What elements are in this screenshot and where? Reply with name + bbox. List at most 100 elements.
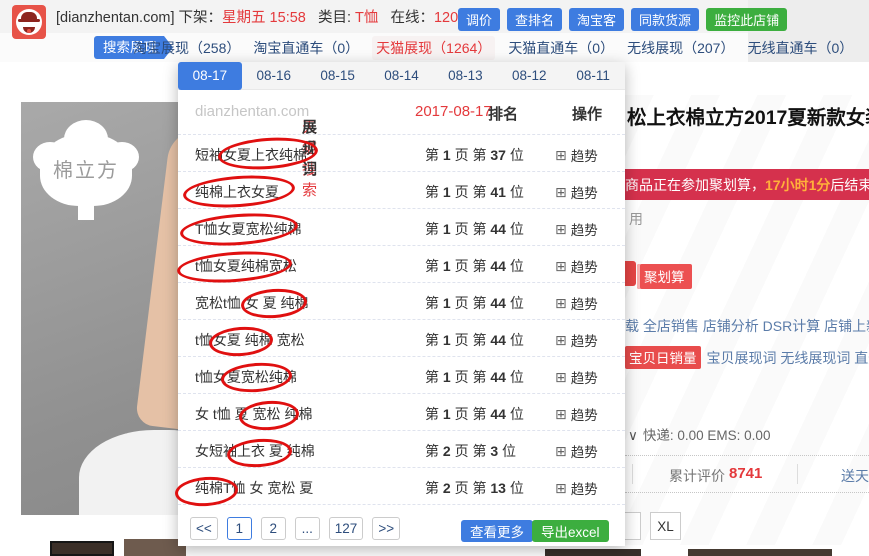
trend-expand-icon: ⊞ <box>555 148 567 162</box>
promo-suffix: 后结束，请 <box>830 175 869 195</box>
product-thumbnail[interactable] <box>688 549 832 556</box>
nav-tab[interactable]: 天猫展现（1264） <box>372 36 495 60</box>
rank-position-number: 44 <box>490 406 506 422</box>
table-row: 女短袖上衣 夏 纯棉 第 2 页 第 3 位 ⊞ 趋势 <box>178 430 625 467</box>
review-count[interactable]: 8741 <box>729 465 762 482</box>
keyword-rank-popup: 08-1708-1608-1508-1408-1308-1208-11 dian… <box>178 62 625 546</box>
date-tab-08-15[interactable]: 08-15 <box>306 62 370 90</box>
tool-links-row[interactable]: 载 全店销售 店铺分析 DSR计算 店铺上新 降权 <box>625 316 869 336</box>
product-thumbnail[interactable] <box>124 539 186 556</box>
table-row: 纯棉T恤 女 宽松 夏 第 2 页 第 13 位 ⊞ 趋势 <box>178 467 625 504</box>
pagination-page-1[interactable]: 1 <box>227 517 252 540</box>
trend-link[interactable]: ⊞ 趋势 <box>555 478 598 498</box>
table-row: 女 t恤 夏 宽松 纯棉 第 1 页 第 44 位 ⊞ 趋势 <box>178 393 625 430</box>
date-tab-08-13[interactable]: 08-13 <box>433 62 497 90</box>
keyword-text: 短袖女夏上衣纯棉 <box>195 145 307 165</box>
rank-page-number: 1 <box>443 184 451 200</box>
table-header: dianzhentan.com 天猫搜索展现词 2017-08-17 排名 操作 <box>178 90 625 134</box>
topbar-button-查排名[interactable]: 查排名 <box>507 8 562 31</box>
topbar-button-监控此店铺[interactable]: 监控此店铺 <box>706 8 787 31</box>
nav-tabs: 淘宝展现（258） 淘宝直通车（0） 天猫展现（1264） 天猫直通车（0） 无线展现（… <box>133 36 853 59</box>
divider <box>625 455 869 456</box>
keyword-text: t恤女夏 纯棉 宽松 <box>195 330 305 350</box>
review-label: 累计评价 <box>669 466 725 486</box>
header-brand: dianzhentan.com <box>195 103 309 120</box>
header-date: 2017-08-17 <box>415 103 492 120</box>
pagination-next->>[interactable]: >> <box>372 517 400 540</box>
rank-position-number: 44 <box>490 332 506 348</box>
rank-page-number: 1 <box>443 295 451 311</box>
date-tab-08-14[interactable]: 08-14 <box>370 62 434 90</box>
date-tab-08-12[interactable]: 08-12 <box>497 62 561 90</box>
word-links-row: 宝贝日销量 宝贝展现词 无线展现词 直通车分 <box>625 346 869 369</box>
table-row: 短袖女夏上衣纯棉 第 1 页 第 37 位 ⊞ 趋势 <box>178 134 625 171</box>
chevron-down-icon[interactable]: ∨ <box>628 428 638 443</box>
trend-link[interactable]: ⊞ 趋势 <box>555 441 598 461</box>
topbar-info-segment: 星期五 15:58 <box>222 6 306 27</box>
nav-tab[interactable]: 无线展现（207） <box>627 38 734 58</box>
trend-expand-icon: ⊞ <box>555 481 567 495</box>
daily-sales-badge[interactable]: 宝贝日销量 <box>625 346 701 369</box>
trend-link[interactable]: ⊞ 趋势 <box>555 330 598 350</box>
topbar-buttons: 调价查排名淘宝客同款货源监控此店铺 <box>458 8 787 31</box>
trend-link[interactable]: ⊞ 趋势 <box>555 145 598 165</box>
trend-link[interactable]: ⊞ 趋势 <box>555 256 598 276</box>
pagination-page-2[interactable]: 2 <box>261 517 286 540</box>
trend-link[interactable]: ⊞ 趋势 <box>555 367 598 387</box>
table-row: t恤女夏 纯棉 宽松 第 1 页 第 44 位 ⊞ 趋势 <box>178 319 625 356</box>
trend-link[interactable]: ⊞ 趋势 <box>555 219 598 239</box>
view-more-button[interactable]: 查看更多 <box>461 520 533 542</box>
word-links[interactable]: 宝贝展现词 无线展现词 直通车分 <box>707 348 869 368</box>
trend-link[interactable]: ⊞ 趋势 <box>555 404 598 424</box>
shipping-info: ∨快递: 0.00 EMS: 0.00 <box>628 424 770 444</box>
date-tab-08-11[interactable]: 08-11 <box>561 62 625 90</box>
topbar-button-淘宝客[interactable]: 淘宝客 <box>569 8 624 31</box>
rank-text: 第 1 页 第 37 位 <box>425 145 524 165</box>
rank-page-number: 1 <box>443 147 451 163</box>
table-row: t恤女夏纯棉宽松 第 1 页 第 44 位 ⊞ 趋势 <box>178 245 625 282</box>
trend-expand-icon: ⊞ <box>555 185 567 199</box>
dianzhentan-logo-icon <box>12 5 46 39</box>
nav-tab[interactable]: 淘宝直通车（0） <box>253 38 359 58</box>
rank-position-number: 44 <box>490 295 506 311</box>
size-button-xl[interactable]: XL <box>650 512 681 540</box>
pagination-ellipsis-...[interactable]: ... <box>295 517 320 540</box>
export-excel-button[interactable]: 导出excel <box>532 520 609 542</box>
topbar-info-segment: T恤 <box>355 6 378 27</box>
divider <box>797 464 798 484</box>
rank-position-number: 13 <box>490 480 506 496</box>
brand-cloud-trunk <box>78 204 94 220</box>
product-thumbnail[interactable] <box>50 541 114 556</box>
rank-text: 第 1 页 第 44 位 <box>425 293 524 313</box>
pagination-prev-<<[interactable]: << <box>190 517 218 540</box>
trend-link[interactable]: ⊞ 趋势 <box>555 182 598 202</box>
trend-expand-icon: ⊞ <box>555 333 567 347</box>
header-action-col: 操作 <box>572 103 602 124</box>
juhuasuan-promo-banner: 商品正在参加聚划算，17小时1分后结束，请 <box>625 169 869 200</box>
rank-text: 第 2 页 第 13 位 <box>425 478 524 498</box>
rank-position-number: 3 <box>490 443 498 459</box>
keyword-text: 女 t恤 夏 宽松 纯棉 <box>195 404 312 424</box>
topbar-button-同款货源[interactable]: 同款货源 <box>631 8 699 31</box>
rank-position-number: 44 <box>490 221 506 237</box>
keyword-text: t恤女夏宽松纯棉 <box>195 367 297 387</box>
trend-expand-icon: ⊞ <box>555 296 567 310</box>
keyword-text: 纯棉T恤 女 宽松 夏 <box>195 478 313 498</box>
rank-text: 第 1 页 第 44 位 <box>425 219 524 239</box>
nav-tab[interactable]: 淘宝展现（258） <box>133 38 240 58</box>
nav-tab[interactable]: 无线直通车（0） <box>747 38 853 58</box>
keyword-table: 短袖女夏上衣纯棉 第 1 页 第 37 位 ⊞ 趋势 纯棉上衣女夏 第 1 页 … <box>178 134 625 505</box>
brand-logo-text: 棉立方 <box>40 154 132 183</box>
date-tab-08-16[interactable]: 08-16 <box>242 62 306 90</box>
promo-prefix: 商品正在参加聚划算， <box>625 175 765 195</box>
rank-text: 第 1 页 第 44 位 <box>425 404 524 424</box>
product-thumbnail[interactable] <box>545 549 641 556</box>
rank-page-number: 1 <box>443 369 451 385</box>
nav-tab[interactable]: 天猫直通车（0） <box>508 38 614 58</box>
rank-page-number: 1 <box>443 332 451 348</box>
topbar-button-调价[interactable]: 调价 <box>458 8 500 31</box>
date-tab-08-17[interactable]: 08-17 <box>178 62 242 90</box>
pagination-page-127[interactable]: 127 <box>329 517 364 540</box>
topbar-info-segment: 类目: <box>306 6 355 27</box>
trend-link[interactable]: ⊞ 趋势 <box>555 293 598 313</box>
